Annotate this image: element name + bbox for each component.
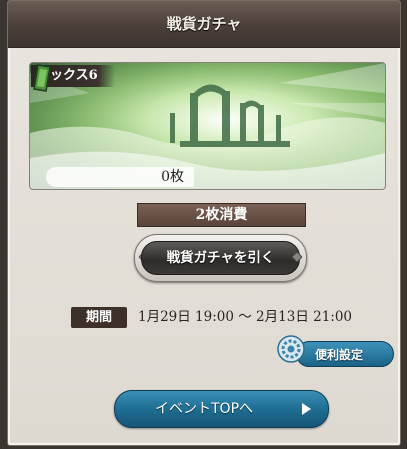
draw-cost-label: 2枚消費: [137, 203, 306, 227]
ticket-count: 0枚: [161, 169, 184, 185]
play-arrow-icon: [302, 403, 311, 415]
period-value: 1月29日 19:00 〜 2月13日 21:00: [138, 309, 353, 325]
gear-icon[interactable]: [276, 334, 306, 364]
gacha-panel: 戦貨ガチャ ボックス6 0枚 2枚消費 戦貨ガチャを引く 期間 1月29日 19…: [7, 0, 401, 446]
diamond-icon: [292, 252, 302, 262]
draw-gacha-label: 戦貨ガチャを引く: [141, 241, 300, 275]
box-banner: ボックス6 0枚: [29, 62, 386, 190]
green-ticket-icon: [33, 64, 51, 92]
ticket-count-bar: 0枚: [46, 167, 194, 187]
draw-gacha-button[interactable]: 戦貨ガチャを引く: [134, 234, 307, 282]
settings-label: 便利設定: [315, 348, 364, 362]
event-top-button[interactable]: イベントTOPへ: [114, 390, 329, 428]
convenient-settings-button[interactable]: 便利設定: [296, 341, 394, 367]
event-top-label: イベントTOPへ: [155, 401, 254, 417]
window-title: 戦貨ガチャ: [8, 1, 400, 48]
period-label: 期間: [71, 307, 127, 328]
